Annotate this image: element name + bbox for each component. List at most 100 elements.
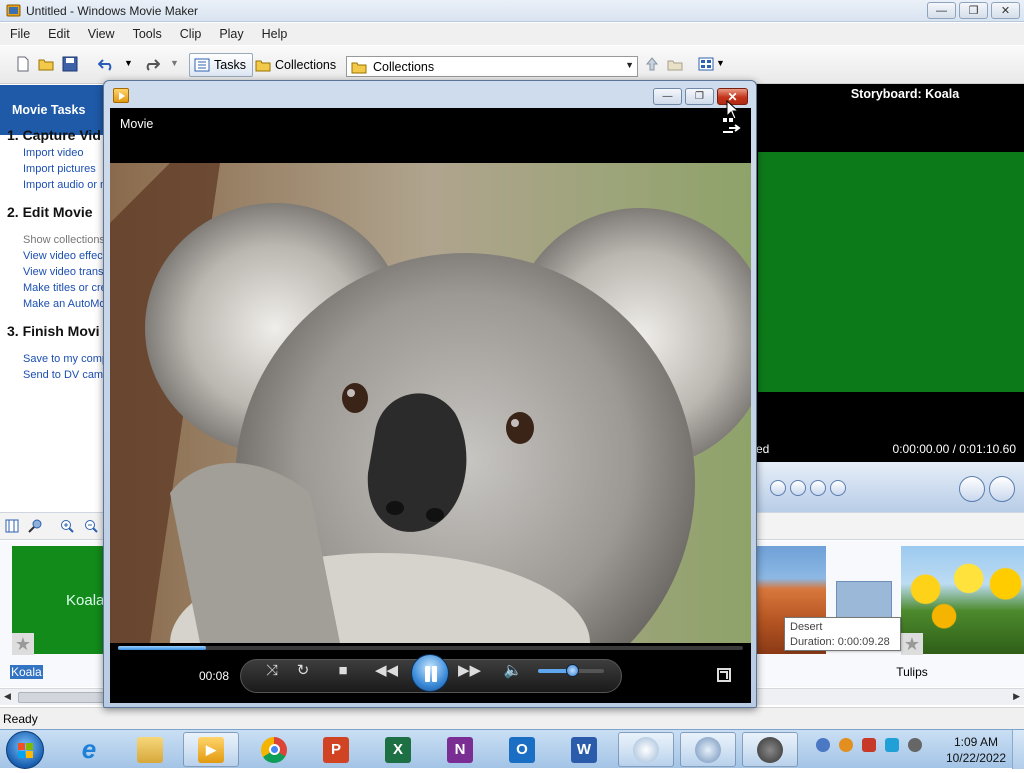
up-folder-icon[interactable]	[644, 56, 660, 72]
repeat-icon[interactable]: ↻	[292, 663, 314, 679]
save-project-icon[interactable]	[62, 56, 78, 72]
movie-maker-taskbar-icon[interactable]	[742, 732, 798, 767]
shuffle-icon[interactable]: ⤨	[261, 663, 283, 679]
explorer-icon[interactable]	[122, 732, 178, 767]
powerpoint-icon[interactable]: P	[308, 732, 364, 767]
tooltip-title: Desert	[790, 621, 823, 633]
seek-bar[interactable]	[118, 646, 743, 650]
monitor-controls	[756, 462, 1024, 512]
effect-star-icon[interactable]: ★	[901, 633, 923, 655]
menu-play[interactable]: Play	[209, 23, 251, 41]
clip-tulips[interactable]: ★	[901, 546, 1024, 655]
tray-network-icon[interactable]	[816, 738, 830, 752]
views-dropdown-icon[interactable]: ▼	[716, 58, 725, 68]
link-import-audio[interactable]: Import audio or m	[23, 179, 109, 191]
redo-icon[interactable]	[144, 56, 160, 72]
menu-clip[interactable]: Clip	[170, 23, 210, 41]
minimize-icon: —	[662, 91, 673, 102]
minimize-button[interactable]: —	[927, 2, 956, 19]
tray-flag-icon[interactable]	[862, 738, 876, 752]
tasks-button[interactable]: Tasks	[189, 53, 253, 77]
effect-star-icon[interactable]: ★	[12, 633, 34, 655]
link-import-pictures[interactable]: Import pictures	[23, 163, 96, 175]
collections-label: Collections	[275, 58, 337, 72]
mute-icon[interactable]: 🔈	[502, 663, 524, 679]
ie-icon[interactable]: e	[61, 732, 117, 767]
link-import-video[interactable]: Import video	[23, 147, 84, 159]
split-clip-icon[interactable]	[959, 476, 985, 502]
show-timeline-icon[interactable]	[5, 519, 19, 533]
show-desktop-button[interactable]	[1012, 730, 1024, 769]
menu-view[interactable]: View	[78, 23, 123, 41]
player-maximize-button[interactable]: ❐	[685, 88, 714, 105]
chevron-down-icon: ▼	[625, 60, 634, 70]
close-button[interactable]: ✕	[991, 2, 1020, 19]
link-make-titles[interactable]: Make titles or cre	[23, 282, 107, 294]
new-project-icon[interactable]	[15, 56, 31, 72]
windows-media-icon[interactable]	[618, 732, 674, 767]
player-minimize-button[interactable]: —	[653, 88, 682, 105]
previous-frame-icon[interactable]	[770, 480, 786, 496]
clip-koala[interactable]: Koala ★	[12, 546, 104, 655]
word-icon[interactable]: W	[556, 732, 612, 767]
pause-button[interactable]	[411, 654, 449, 692]
monitor-title: Storyboard: Koala	[850, 87, 960, 101]
link-view-video-effects[interactable]: View video effec	[23, 250, 103, 262]
redo-dropdown-icon[interactable]: ▼	[170, 58, 179, 68]
next-frame-icon[interactable]	[830, 480, 846, 496]
menu-file[interactable]: File	[0, 23, 38, 41]
chrome-icon[interactable]	[246, 732, 302, 767]
take-picture-icon[interactable]	[989, 476, 1015, 502]
rewind-icon[interactable]	[790, 480, 806, 496]
link-make-automovie[interactable]: Make an AutoMo	[23, 298, 106, 310]
start-button[interactable]	[6, 731, 44, 769]
excel-icon[interactable]: X	[370, 732, 426, 767]
menu-edit[interactable]: Edit	[38, 23, 78, 41]
movie-tasks-title: Movie Tasks	[12, 103, 86, 117]
stop-icon[interactable]: ■	[332, 663, 354, 679]
link-view-video-transitions[interactable]: View video trans	[23, 266, 104, 278]
network-icon[interactable]	[680, 732, 736, 767]
scroll-left-icon[interactable]: ◀	[4, 691, 11, 702]
clip-label-koala[interactable]: Koala	[10, 665, 43, 679]
views-icon[interactable]	[698, 56, 714, 72]
tray-volume-icon[interactable]	[908, 738, 922, 752]
fullscreen-icon[interactable]	[717, 668, 731, 682]
volume-slider[interactable]	[538, 664, 604, 677]
taskbar-clock[interactable]: 1:09 AM 10/22/2022	[946, 734, 1006, 766]
next-icon[interactable]: ▶▶	[458, 663, 481, 679]
scroll-right-icon[interactable]: ▶	[1013, 691, 1020, 702]
zoom-out-icon[interactable]	[84, 519, 98, 533]
scroll-thumb[interactable]	[18, 692, 108, 703]
tray-search-icon[interactable]	[839, 738, 853, 752]
collections-button[interactable]: Collections	[250, 53, 343, 77]
narrate-icon[interactable]	[28, 519, 42, 533]
clip-label-tulips[interactable]: Tulips	[880, 665, 944, 679]
link-show-collections[interactable]: Show collections	[23, 234, 105, 246]
link-send-to-dv-camera[interactable]: Send to DV came	[23, 369, 109, 381]
zoom-in-icon[interactable]	[60, 519, 74, 533]
open-project-icon[interactable]	[38, 56, 54, 72]
movie-maker-app-icon	[6, 4, 21, 17]
player-titlebar: — ❐ ✕	[104, 81, 756, 109]
media-player-icon[interactable]: ▶	[183, 732, 239, 767]
onenote-icon[interactable]: N	[432, 732, 488, 767]
tray-display-icon[interactable]	[885, 738, 899, 752]
section-finish-movie: 3. Finish Movi	[7, 323, 100, 339]
section-edit-movie: 2. Edit Movie	[7, 204, 93, 220]
new-folder-icon[interactable]	[667, 56, 683, 72]
undo-icon[interactable]	[98, 56, 114, 72]
fast-forward-icon[interactable]	[810, 480, 826, 496]
collections-select[interactable]: Collections ▼	[346, 56, 638, 77]
video-frame[interactable]	[110, 163, 751, 643]
maximize-button[interactable]: ❐	[959, 2, 988, 19]
monitor-time: 0:00:00.00 / 0:01:10.60	[892, 442, 1016, 456]
menu-help[interactable]: Help	[252, 23, 296, 41]
link-save-to-computer[interactable]: Save to my comp	[23, 353, 108, 365]
menu-tools[interactable]: Tools	[123, 23, 170, 41]
previous-icon[interactable]: ◀◀	[375, 663, 398, 679]
outlook-icon[interactable]: O	[494, 732, 550, 767]
player-controls: 00:08 ⤨ ↻ ■ ◀◀ ▶▶ 🔈	[110, 653, 751, 703]
media-player-app-icon	[113, 88, 129, 103]
undo-dropdown-icon[interactable]: ▼	[124, 58, 133, 68]
